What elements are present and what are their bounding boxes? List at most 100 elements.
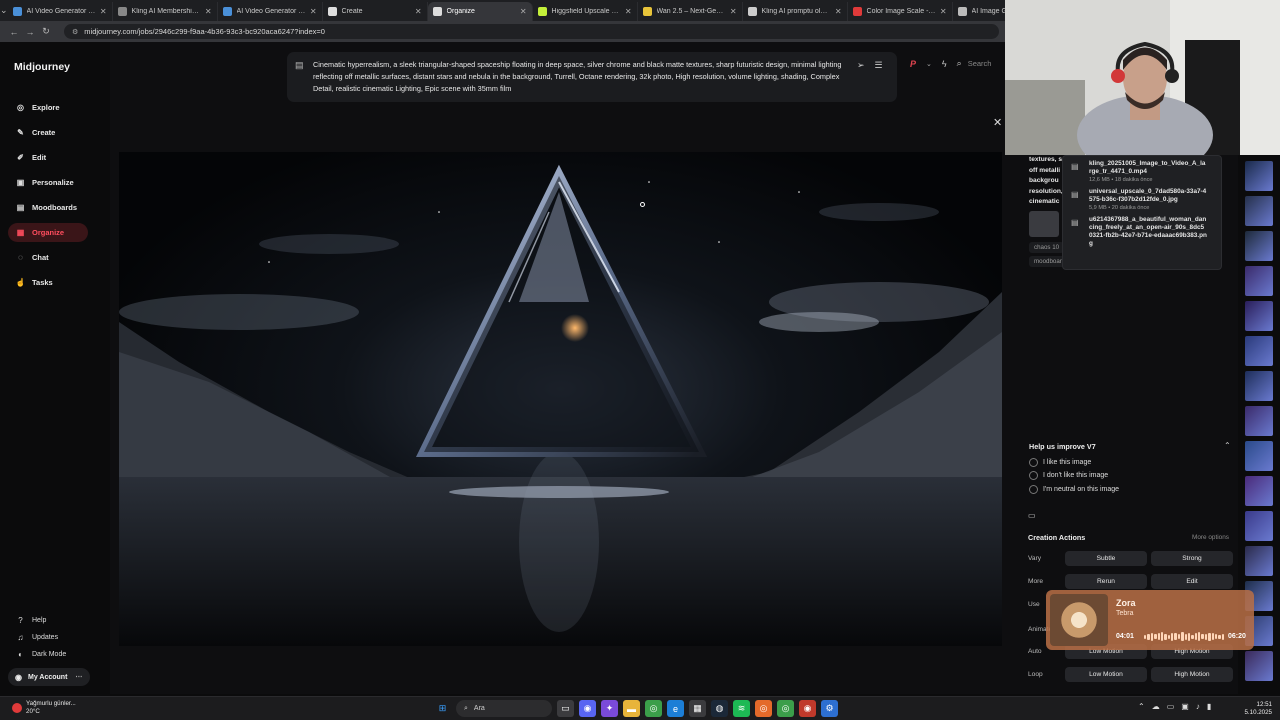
download-item[interactable]: ▤ u6214367988_a_beautiful_woman_dancing_f…	[1071, 216, 1213, 248]
tray-overflow-icon[interactable]: ⌃	[1138, 702, 1145, 711]
back-icon[interactable]: ←	[6, 27, 22, 37]
vary-strong-button[interactable]: Strong	[1151, 551, 1233, 566]
gallery-thumbnail[interactable]	[1245, 161, 1273, 191]
folder-icon[interactable]: ▭	[1028, 511, 1036, 520]
feedback-option[interactable]: I like this image	[1029, 458, 1091, 467]
download-item[interactable]: ▤ kling_20251005_Image_to_Video_A_large_t…	[1071, 160, 1213, 183]
tray-app-icon[interactable]: ▭	[1167, 702, 1175, 711]
download-item[interactable]: ▤ universal_upscale_0_7dad580a-33a7-4575-…	[1071, 188, 1213, 211]
music-player-widget[interactable]: Zora Tebra 04:01 06:20	[1046, 590, 1254, 650]
loop-high-motion-button[interactable]: High Motion	[1151, 667, 1233, 682]
param-chip[interactable]: chaos 10	[1029, 242, 1065, 253]
prompt-box[interactable]: ▤ Cinematic hyperrealism, a sleek triang…	[287, 52, 897, 102]
site-info-icon[interactable]: ⚙	[72, 28, 78, 36]
browser-tab[interactable]: AI Video Generator | Anim ✕	[218, 2, 323, 21]
tab-close-icon[interactable]: ✕	[940, 7, 947, 16]
task-view-icon[interactable]: ▭	[557, 700, 574, 717]
feedback-option[interactable]: I don't like this image	[1029, 471, 1108, 480]
gallery-thumbnail[interactable]	[1245, 441, 1273, 471]
radio-button[interactable]	[1029, 471, 1038, 480]
send-icon[interactable]: ➢	[857, 60, 865, 71]
tab-close-icon[interactable]: ✕	[205, 7, 212, 16]
discord-icon[interactable]: ◉	[579, 700, 596, 717]
reload-icon[interactable]: ↻	[38, 26, 54, 37]
collapse-chevron-icon[interactable]: ⌃	[1224, 441, 1231, 450]
store-icon[interactable]: ▦	[689, 700, 706, 717]
gallery-thumbnail[interactable]	[1245, 546, 1273, 576]
sidebar-item-personalize[interactable]: ▣ Personalize	[8, 173, 88, 192]
sidebar-item-organize[interactable]: ▦ Organize	[8, 223, 88, 242]
reference-thumbnail[interactable]	[1029, 211, 1059, 237]
chevron-down-icon[interactable]: ⌄	[926, 60, 932, 68]
browser-tab[interactable]: Higgsfield Upscale – AI Im ✕	[533, 2, 638, 21]
weather-widget[interactable]: Yağmurlu günler... 20°C	[12, 700, 76, 715]
more-icon[interactable]: ⋯	[75, 673, 82, 681]
browser-icon[interactable]: ◎	[755, 700, 772, 717]
sidebar-link-help[interactable]: ? Help	[8, 613, 93, 628]
browser-tab[interactable]: Create ✕	[323, 2, 428, 21]
tab-close-icon[interactable]: ✕	[100, 7, 107, 16]
tab-close-icon[interactable]: ✕	[520, 7, 527, 16]
speed-bolt-icon[interactable]: ϟ	[942, 59, 947, 69]
gallery-thumbnail[interactable]	[1245, 231, 1273, 261]
battery-icon[interactable]: ▮	[1207, 702, 1211, 711]
edge-icon[interactable]: e	[667, 700, 684, 717]
sidebar-link-dark-mode[interactable]: ◐ Dark Mode	[8, 647, 93, 662]
gallery-thumbnail[interactable]	[1245, 196, 1273, 226]
gallery-thumbnail[interactable]	[1245, 266, 1273, 296]
gallery-thumbnail[interactable]	[1245, 336, 1273, 366]
file-explorer-icon[interactable]: ▬	[623, 700, 640, 717]
waveform[interactable]	[1144, 632, 1224, 641]
gallery-thumbnail[interactable]	[1245, 301, 1273, 331]
browser-tab[interactable]: AI Video Generator | Anim ✕	[8, 2, 113, 21]
settings-icon[interactable]: ⚙	[821, 700, 838, 717]
brand-logo[interactable]: Midjourney	[14, 61, 70, 73]
taskbar-clock[interactable]: 12:51 5.10.2025	[1242, 701, 1272, 716]
chrome-profile-icon[interactable]: ◎	[777, 700, 794, 717]
close-icon[interactable]: ✕	[993, 116, 1002, 129]
vary-subtle-button[interactable]: Subtle	[1065, 551, 1147, 566]
gallery-thumbnail[interactable]	[1245, 511, 1273, 541]
browser-tab[interactable]: Wan 2.5 – Next-Gen Video ✕	[638, 2, 743, 21]
sidebar-item-edit[interactable]: ✐ Edit	[8, 148, 88, 167]
my-account-button[interactable]: ◉ My Account ⋯	[8, 668, 90, 686]
search-input[interactable]: ⌕ Search	[957, 58, 992, 69]
sidebar-item-chat[interactable]: ◌ Chat	[8, 248, 88, 267]
feedback-option[interactable]: I'm neutral on this image	[1029, 485, 1119, 494]
gallery-thumbnail[interactable]	[1245, 651, 1273, 681]
sidebar-link-updates[interactable]: ♫ Updates	[8, 630, 93, 645]
gallery-thumbnail[interactable]	[1245, 371, 1273, 401]
steam-icon[interactable]: ◍	[711, 700, 728, 717]
radio-button[interactable]	[1029, 458, 1038, 467]
tab-close-icon[interactable]: ✕	[625, 7, 632, 16]
app-icon[interactable]: ◉	[799, 700, 816, 717]
generated-image[interactable]	[119, 152, 1002, 646]
chrome-icon[interactable]: ◎	[645, 700, 662, 717]
tab-close-icon[interactable]: ✕	[415, 7, 422, 16]
browser-tab[interactable]: Color Image Scale - Kobe ✕	[848, 2, 953, 21]
taskbar-search[interactable]: ⌕ Ara	[456, 700, 552, 717]
settings-sliders-icon[interactable]: ☰	[875, 60, 883, 71]
sidebar-item-moodboards[interactable]: ▤ Moodboards	[8, 198, 88, 217]
network-icon[interactable]: ▣	[1181, 702, 1189, 711]
tab-close-icon[interactable]: ✕	[835, 7, 842, 16]
browser-tab[interactable]: Organize ✕	[427, 2, 533, 21]
personalize-p-icon[interactable]: P	[910, 59, 916, 69]
tab-search-menu-icon[interactable]: ⌄	[0, 0, 8, 21]
more-options-link[interactable]: More options	[1192, 534, 1229, 541]
sidebar-item-explore[interactable]: ◎ Explore	[8, 98, 88, 117]
tab-close-icon[interactable]: ✕	[310, 7, 317, 16]
cloud-icon[interactable]: ☁	[1152, 702, 1160, 711]
tab-close-icon[interactable]: ✕	[730, 7, 737, 16]
sidebar-item-create[interactable]: ✎ Create	[8, 123, 88, 142]
more-edit-button[interactable]: Edit	[1151, 574, 1233, 589]
copilot-icon[interactable]: ✦	[601, 700, 618, 717]
loop-low-motion-button[interactable]: Low Motion	[1065, 667, 1147, 682]
spotify-icon[interactable]: ≋	[733, 700, 750, 717]
more-rerun-button[interactable]: Rerun	[1065, 574, 1147, 589]
windows-start-icon[interactable]: ⊞	[434, 700, 451, 717]
sidebar-item-tasks[interactable]: ☝ Tasks	[8, 273, 88, 292]
radio-button[interactable]	[1029, 485, 1038, 494]
browser-tab[interactable]: Kling AI Membership Plan ✕	[113, 2, 218, 21]
gallery-thumbnail[interactable]	[1245, 476, 1273, 506]
